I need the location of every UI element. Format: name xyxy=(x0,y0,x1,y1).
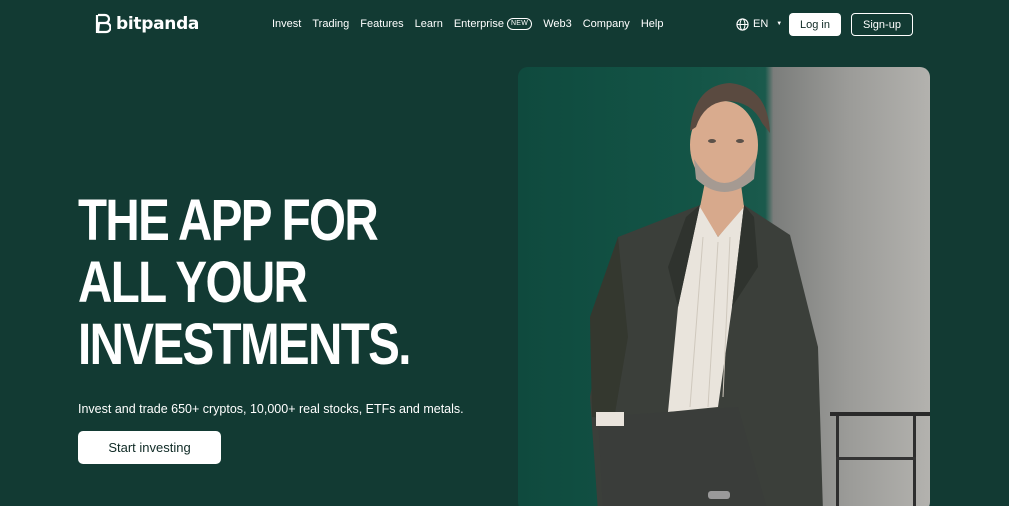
hero-photo xyxy=(518,67,930,506)
nav-item-features[interactable]: Features xyxy=(360,18,403,30)
language-selector[interactable]: EN ▼ xyxy=(736,16,782,32)
new-badge: NEW xyxy=(506,18,533,30)
globe-icon xyxy=(736,17,749,31)
hero-subtitle: Invest and trade 650+ cryptos, 10,000+ r… xyxy=(78,402,464,416)
nav-item-web3[interactable]: Web3 xyxy=(543,18,572,30)
headline-line-1: THE APP FOR xyxy=(78,188,379,253)
headline-line-3: INVESTMENTS. xyxy=(78,312,411,377)
signup-button[interactable]: Sign-up xyxy=(851,13,913,36)
brand-name: bitpanda xyxy=(116,14,200,34)
nav-item-trading[interactable]: Trading xyxy=(312,18,349,30)
nav-item-learn[interactable]: Learn xyxy=(415,18,443,30)
nav-item-company[interactable]: Company xyxy=(583,18,630,30)
bitpanda-logo[interactable]: bitpanda xyxy=(95,12,199,36)
nav-item-enterprise-label: Enterprise xyxy=(453,18,504,30)
hero-headline: THE APP FOR ALL YOUR INVESTMENTS. xyxy=(78,188,411,377)
start-investing-button[interactable]: Start investing xyxy=(78,431,221,464)
main-nav: Invest Trading Features Learn Enterprise… xyxy=(272,16,663,32)
nav-item-invest[interactable]: Invest xyxy=(272,18,301,30)
nav-item-enterprise[interactable]: Enterprise NEW xyxy=(453,18,533,30)
nav-item-help[interactable]: Help xyxy=(641,18,664,30)
bitpanda-logo-icon xyxy=(95,13,111,34)
site-header: bitpanda Invest Trading Features Learn E… xyxy=(0,0,1009,48)
chevron-down-icon: ▼ xyxy=(776,21,783,27)
headline-line-2: ALL YOUR xyxy=(78,250,308,315)
login-button[interactable]: Log in xyxy=(789,13,841,36)
language-label: EN xyxy=(753,18,769,30)
man-in-suit-image xyxy=(590,83,930,506)
